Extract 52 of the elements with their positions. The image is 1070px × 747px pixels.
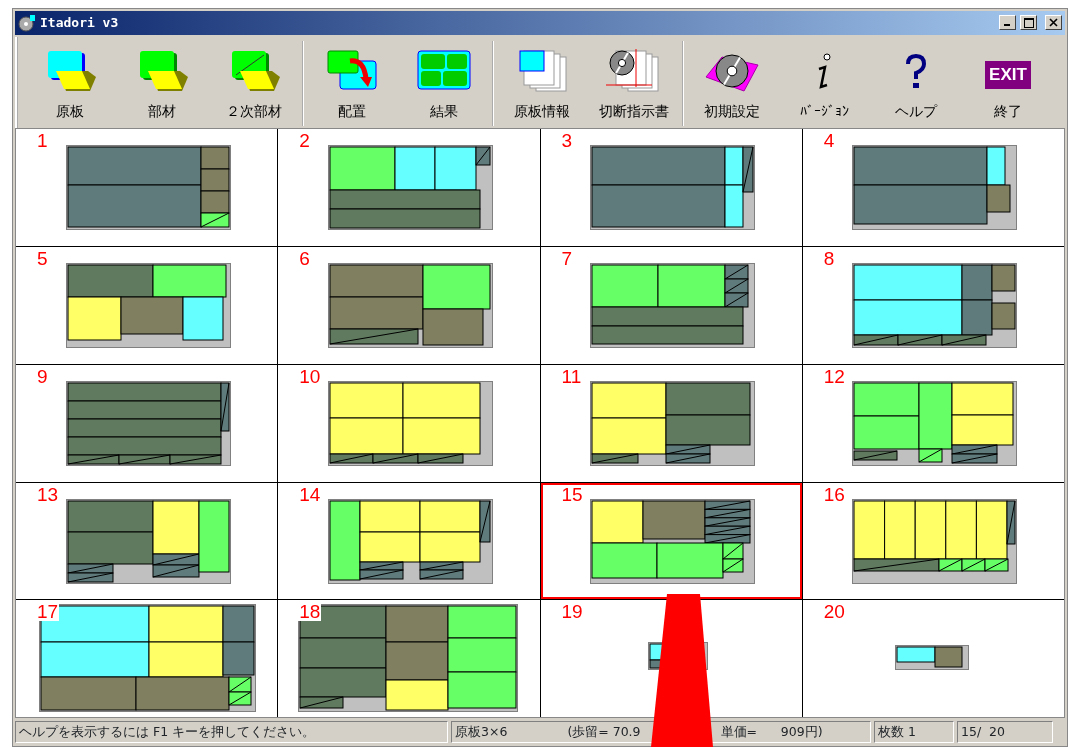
- status-message: ヘルプを表示するには F1 キーを押してください。: [19, 722, 316, 741]
- maximize-icon: [1023, 17, 1034, 28]
- layout-cell[interactable]: 5: [16, 247, 278, 364]
- layout-cell[interactable]: 4: [802, 129, 1064, 246]
- toolbar-button[interactable]: ヘルプ: [870, 40, 962, 127]
- toolbar-button[interactable]: 配置: [306, 40, 398, 127]
- toolbar-button[interactable]: EXIT 終了: [962, 40, 1054, 127]
- toolbar-button[interactable]: 初期設定: [686, 40, 778, 127]
- layout-cell[interactable]: 2: [278, 129, 540, 246]
- layout-cell[interactable]: 3: [540, 129, 802, 246]
- help-icon: [905, 53, 927, 90]
- toolbar-button[interactable]: 原板情報: [496, 40, 588, 127]
- layout-cell[interactable]: 16: [802, 482, 1064, 600]
- toolbar-button[interactable]: ２次部材: [208, 40, 300, 127]
- toolbar-button[interactable]: 切断指示書: [588, 40, 680, 127]
- layout-number: 18: [298, 602, 322, 622]
- yield-text: (歩留= 70.9: [567, 722, 641, 741]
- layout-cell[interactable]: 15: [540, 482, 802, 600]
- sheet-count-text: 枚数 1: [878, 722, 916, 741]
- minimize-button[interactable]: [999, 15, 1016, 31]
- layout-number: 17: [36, 602, 60, 622]
- layout-cell[interactable]: 11: [540, 364, 802, 482]
- exit-icon: EXIT: [985, 60, 1031, 90]
- price-text: 単価= 909円): [720, 722, 823, 741]
- layout-cell[interactable]: 1: [16, 129, 278, 246]
- window-title: Itadori v3: [40, 14, 119, 33]
- layout-number: 6: [298, 249, 311, 268]
- layout-cell[interactable]: 14: [278, 482, 540, 600]
- layout-cell[interactable]: 6: [278, 247, 540, 364]
- close-icon: [1049, 18, 1058, 28]
- disc-icon: [18, 13, 36, 32]
- maximize-button[interactable]: [1020, 15, 1037, 31]
- layout-number: 8: [822, 249, 836, 268]
- layout-cell[interactable]: 8: [802, 247, 1064, 364]
- layout-number: 5: [36, 249, 49, 268]
- layout-cell[interactable]: 13: [16, 482, 278, 600]
- layout-cell[interactable]: 18: [278, 600, 540, 718]
- toolbar-button[interactable]: ﾊﾞｰｼﾞｮﾝ: [778, 40, 870, 127]
- board-size-text: 原板3×6: [455, 722, 508, 741]
- layout-cell[interactable]: 9: [16, 364, 278, 482]
- layout-number: 7: [560, 249, 574, 268]
- toolbar-button[interactable]: 部材: [116, 40, 208, 127]
- toolbar-button[interactable]: 原板: [24, 40, 116, 127]
- layout-cell[interactable]: 10: [278, 364, 540, 482]
- layout-cell[interactable]: 17: [16, 600, 278, 718]
- page-counter-text: 15/ 20: [961, 722, 1005, 741]
- close-button[interactable]: [1045, 15, 1062, 31]
- info-icon: [817, 53, 831, 90]
- layout-cell[interactable]: 12: [802, 364, 1064, 482]
- toolbar-button[interactable]: 結果: [398, 40, 490, 127]
- layout-cell[interactable]: 7: [540, 247, 802, 364]
- layout-cell[interactable]: 20: [802, 600, 1064, 718]
